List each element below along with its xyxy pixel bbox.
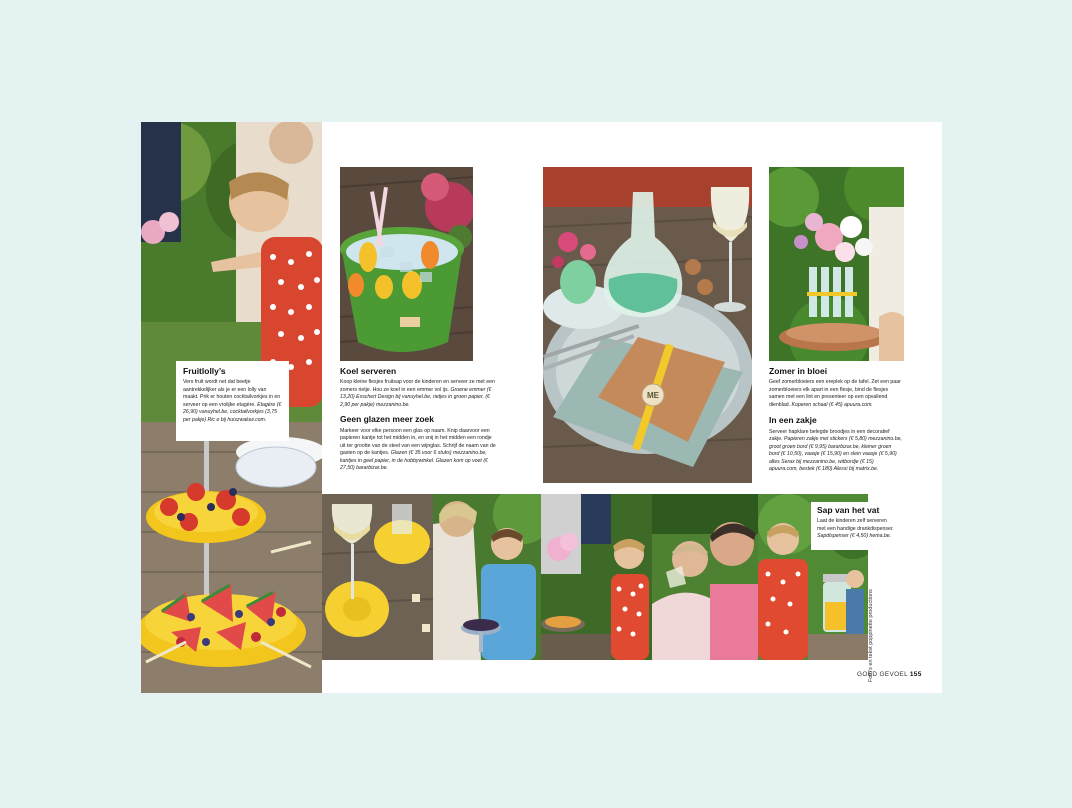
tag-text: ME [647,391,660,400]
body-koel: Koop kleine flesjes fruitsap voor de kin… [340,379,495,408]
photo-credit: Foto’s en tekst poppinette productions [868,589,874,682]
heading-zakje: In een zakje [769,415,817,426]
body-zakje: Serveer hapklare belegde broodjes in een… [769,428,902,473]
magazine-spread: Fruitlolly’s Vers fruit wordt net dat be… [141,122,942,693]
heading-sap: Sap van het vat [817,505,880,515]
photo-table-setting-carafe: ME [543,167,752,483]
caption-koel-glazen: Koel serveren Koop kleine flesjes fruits… [333,364,503,492]
body-fruitlolly: Vers fruit wordt net dat beetje aantrekk… [183,379,282,423]
photo-man-woman-drinking [652,494,758,660]
heading-koel: Koel serveren [340,366,397,376]
magazine-name: GOED GEVOEL [857,671,908,678]
body-sap: Laat de kinderen zelf serveren met een h… [817,518,894,540]
caption-zomer-zakje: Zomer in bloei Geef zomerbloeiers een er… [763,364,908,482]
caption-fruitlolly: Fruitlolly’s Vers fruit wordt net dat be… [176,361,289,441]
page-folio: GOED GEVOEL 155 [857,671,922,678]
photo-girl-sandwiches [541,494,652,660]
photo-green-bucket-bottles [340,167,473,361]
heading-fruitlolly: Fruitlolly’s [183,366,226,376]
heading-glazen: Geen glazen meer zoek [340,414,435,425]
page-number: 155 [909,671,922,678]
heading-zomer: Zomer in bloei [769,366,828,376]
caption-sap: Sap van het vat Laat de kinderen zelf se… [811,502,901,550]
photo-flowers-tray [769,167,904,361]
photo-woman-boy-bowl [433,494,541,660]
body-glazen: Markeer voor elke persoon een glas op na… [340,427,496,472]
body-zomer: Geef zomerbloeiers een ereplek op de taf… [769,379,901,408]
photo-glasses-yellow-doilies [322,494,433,660]
